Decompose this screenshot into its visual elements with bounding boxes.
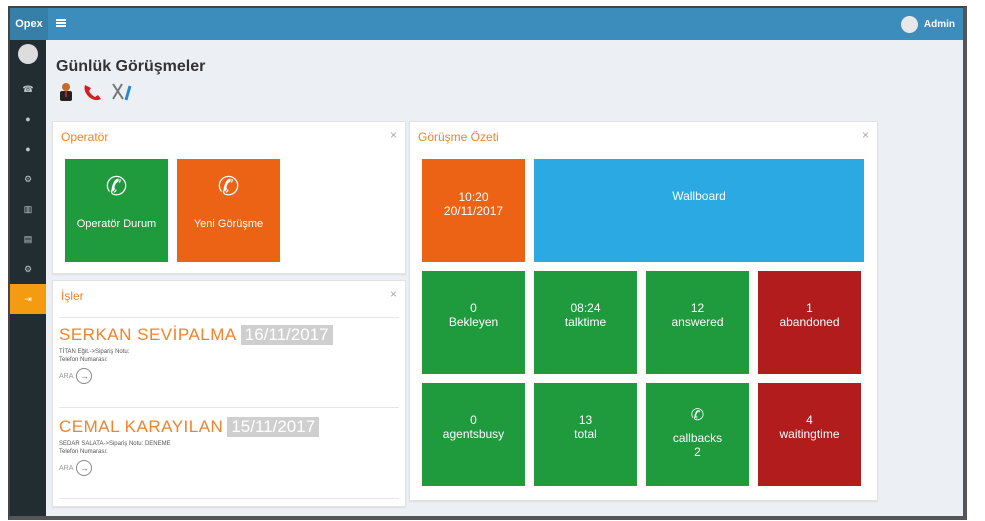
operator-panel: Operatör × ✆ Operatör Durum ✆ Yeni Görüş… xyxy=(52,121,406,274)
divider xyxy=(59,317,399,318)
stat-label: waitingtime xyxy=(779,427,840,441)
stat-tile-talktime: 08:24 talktime xyxy=(534,271,637,374)
stat-label: Bekleyen xyxy=(448,315,499,329)
phone-number: Telefon Numarası: xyxy=(59,357,108,363)
order-note: SEDAR SALATA->Sipariş Notu: DENEME xyxy=(59,441,171,447)
user-icon: ● xyxy=(25,144,31,154)
stat-value: 08:24 xyxy=(570,301,601,315)
phone-icon: ☎ xyxy=(22,83,34,94)
panel-title: Operatör xyxy=(61,130,109,144)
stat-value: 12 xyxy=(690,301,705,315)
stat-tile-callbacks[interactable]: ✆ callbacks 2 xyxy=(646,383,749,486)
panel-title: Görüşme Özeti xyxy=(418,130,499,144)
call-button[interactable]: ARA → xyxy=(59,460,383,476)
operator-status-button[interactable]: ✆ Operatör Durum xyxy=(65,159,168,262)
stat-tile-waiting: 0 Bekleyen xyxy=(422,271,525,374)
stat-label: callbacks xyxy=(672,431,723,445)
sidebar-item-users[interactable]: ● xyxy=(10,104,46,134)
stat-value: 2 xyxy=(694,445,701,459)
stat-tile-total: 13 total xyxy=(534,383,637,486)
close-icon[interactable]: × xyxy=(390,128,397,142)
wallboard-button[interactable]: Wallboard xyxy=(534,159,864,262)
title-toolbar xyxy=(56,82,136,107)
sidebar-item-config[interactable]: ⚙ xyxy=(10,254,46,284)
stat-value: 1 xyxy=(806,301,813,315)
page-title: Günlük Görüşmeler xyxy=(56,58,206,75)
sidebar-item-logout[interactable]: ⇥ xyxy=(10,284,46,314)
brand-logo[interactable]: Opex xyxy=(10,8,48,40)
user-name: Admin xyxy=(923,18,955,30)
hamburger-menu-icon[interactable] xyxy=(56,19,66,27)
stat-label: answered xyxy=(671,315,724,329)
sidebar-item-calls[interactable]: ☎ xyxy=(10,74,46,104)
clock-tile: 10:20 20/11/2017 xyxy=(422,159,525,262)
order-note: TİTAN Eğit.->Sipariş Notu: xyxy=(59,349,130,355)
stat-value: 13 xyxy=(578,413,593,427)
gear-icon: ⚙ xyxy=(23,263,33,274)
wallboard-label: Wallboard xyxy=(672,189,726,203)
stat-label: agentsbusy xyxy=(442,427,505,441)
current-time: 10:20 xyxy=(458,190,489,204)
phone-handset-icon[interactable] xyxy=(82,82,104,107)
tile-label: Yeni Görüşme xyxy=(193,218,264,230)
divider xyxy=(59,498,399,499)
top-navbar: Opex Admin xyxy=(10,8,963,40)
tile-label: Operatör Durum xyxy=(76,218,157,230)
panel-title: İşler xyxy=(61,289,84,303)
stat-value: 0 xyxy=(470,413,477,427)
customer-name[interactable]: SERKAN SEVİPALMA xyxy=(59,325,237,344)
current-date: 20/11/2017 xyxy=(443,204,504,218)
phone-icon: ✆ xyxy=(217,171,240,201)
sidebar-item-settings[interactable]: ⚙ xyxy=(10,164,46,194)
stat-label: abandoned xyxy=(779,315,840,329)
user-menu[interactable]: Admin xyxy=(900,15,955,33)
list-item: SERKAN SEVİPALMA 16/11/2017 TİTAN Eğit.->… xyxy=(59,325,383,384)
tools-icon[interactable] xyxy=(110,82,136,107)
job-date: 15/11/2017 xyxy=(227,417,320,437)
avatar xyxy=(900,15,918,33)
phone-icon: ✆ xyxy=(690,407,705,424)
chart-icon: ▤ xyxy=(23,233,33,244)
call-button[interactable]: ARA → xyxy=(59,368,383,384)
sidebar-item-reports[interactable]: ▤ xyxy=(10,224,46,254)
stat-value: 4 xyxy=(806,413,813,427)
stat-tile-answered: 12 answered xyxy=(646,271,749,374)
stat-label: talktime xyxy=(564,315,607,329)
arrow-right-icon: → xyxy=(76,460,93,476)
sidebar-avatar xyxy=(18,44,38,64)
user-icon: ● xyxy=(25,114,31,124)
app-window: Opex Admin ☎ ● ● ⚙ ▥ ▤ ⚙ ⇥ Günlük Görüşm… xyxy=(8,6,967,520)
new-call-button[interactable]: ✆ Yeni Görüşme xyxy=(177,159,280,262)
jobs-panel: İşler × SERKAN SEVİPALMA 16/11/2017 TİTAN… xyxy=(52,280,406,507)
divider xyxy=(59,407,399,408)
stat-value: 0 xyxy=(470,301,477,315)
arrow-right-icon: → xyxy=(76,368,93,384)
main-content: Günlük Görüşmeler Operatör × ✆ Operatör … xyxy=(46,40,963,516)
stat-tile-agentsbusy: 0 agentsbusy xyxy=(422,383,525,486)
call-summary-panel: Görüşme Özeti × 10:20 20/11/2017 Wallboa… xyxy=(409,121,878,501)
close-icon[interactable]: × xyxy=(390,287,397,301)
stat-tile-abandoned: 1 abandoned xyxy=(758,271,861,374)
operator-person-icon[interactable] xyxy=(56,82,76,107)
sidebar: ☎ ● ● ⚙ ▥ ▤ ⚙ ⇥ xyxy=(10,40,46,516)
gear-icon: ⚙ xyxy=(23,173,33,184)
sidebar-item-operators[interactable]: ● xyxy=(10,134,46,164)
close-icon[interactable]: × xyxy=(862,128,869,142)
list-item: CEMAL KARAYILAN 15/11/2017 SEDAR SALATA->… xyxy=(59,417,383,476)
bank-icon: ▥ xyxy=(23,203,33,214)
sidebar-item-institutions[interactable]: ▥ xyxy=(10,194,46,224)
stat-tile-waitingtime: 4 waitingtime xyxy=(758,383,861,486)
job-date: 16/11/2017 xyxy=(240,325,333,345)
phone-number: Telefon Numarası: xyxy=(59,449,108,455)
sign-out-icon: ⇥ xyxy=(24,293,32,304)
customer-name[interactable]: CEMAL KARAYILAN xyxy=(59,417,223,436)
phone-icon: ✆ xyxy=(105,171,128,201)
stat-label: total xyxy=(574,427,597,441)
